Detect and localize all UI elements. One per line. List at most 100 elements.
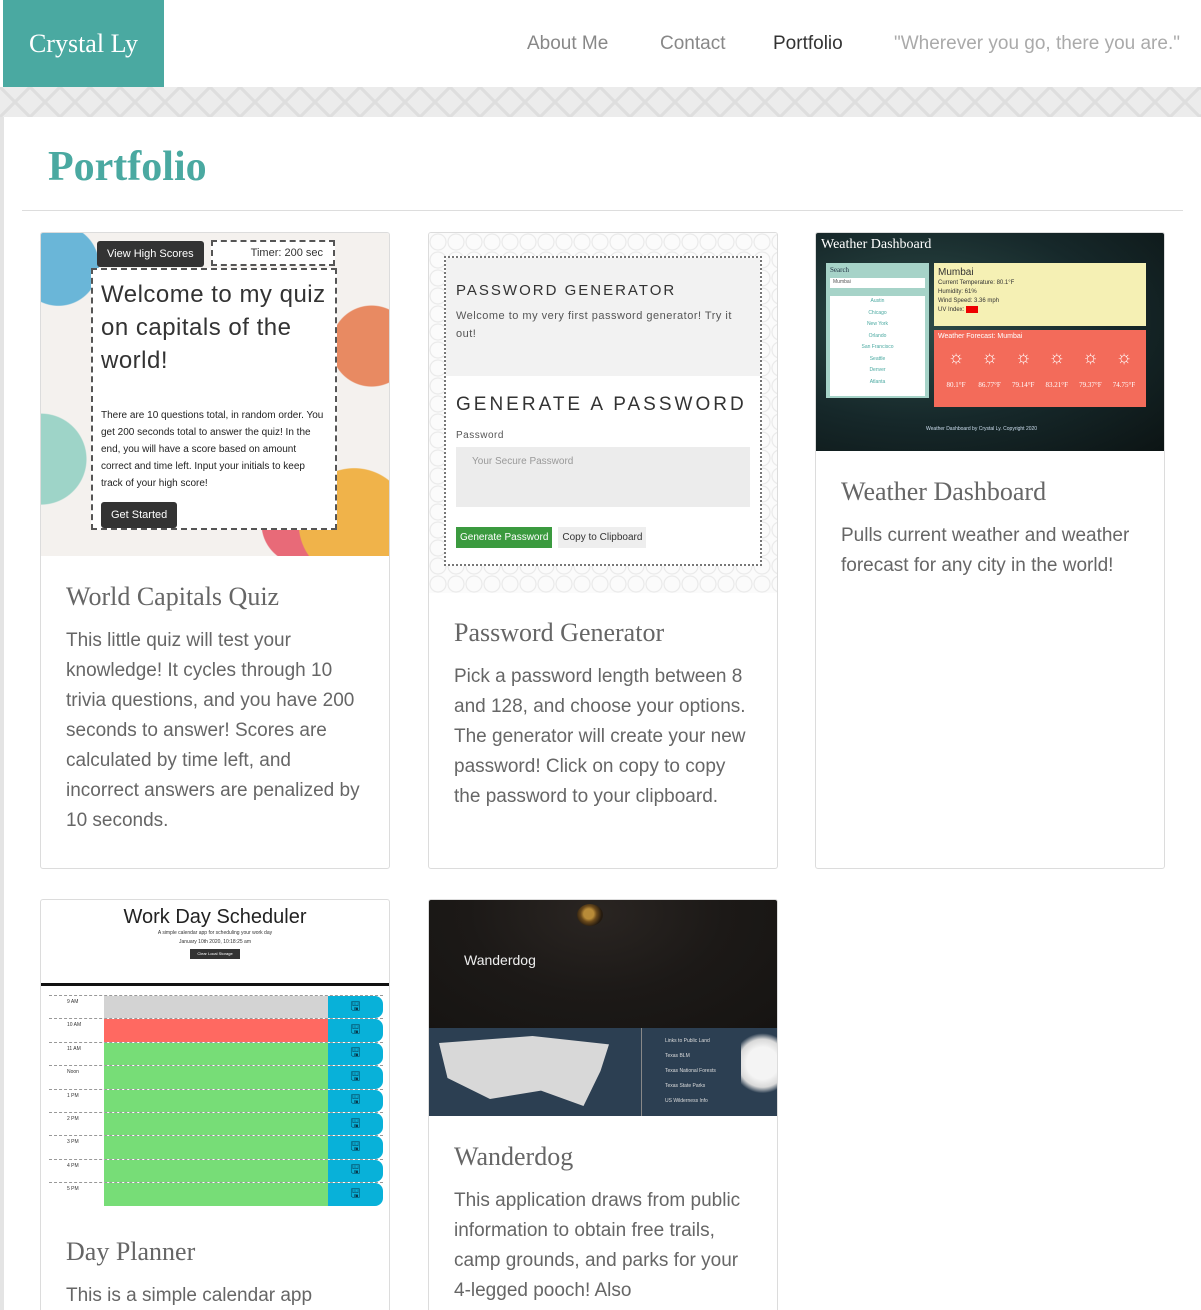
- time-slot: [104, 1019, 328, 1042]
- hour-label: 10 AM: [67, 1022, 82, 1029]
- time-block-row: Noon 🖫: [49, 1065, 383, 1089]
- view-high-scores-button: View High Scores: [97, 241, 204, 267]
- wd-link: US Wilderness Info: [665, 1098, 708, 1104]
- us-map: [439, 1036, 609, 1106]
- project-title[interactable]: Password Generator: [454, 618, 752, 648]
- time-slot: [104, 1042, 328, 1066]
- project-card-world-capitals-quiz[interactable]: View High Scores Timer: 200 sec Welcome …: [40, 232, 390, 869]
- wx-city: Atlanta: [869, 378, 886, 385]
- forecast-day: ☼ 79.14°F: [1009, 347, 1037, 389]
- time-block-row: 3 PM 🖫: [49, 1135, 383, 1159]
- wx-search-label: Search: [830, 266, 850, 274]
- wx-forecast-panel: Weather Forecast: Mumbai ☼ 80.1°F ☼ 86.77°…: [934, 330, 1146, 407]
- quiz-timer: Timer: 200 sec: [211, 240, 335, 266]
- save-icon: 🖫: [328, 996, 383, 1019]
- time-block-row: 5 PM 🖫: [49, 1182, 383, 1206]
- save-icon: 🖫: [328, 1112, 383, 1136]
- scheduler-subtitle: A simple calendar app for scheduling you…: [157, 930, 273, 936]
- wx-city: San Francisco: [861, 344, 894, 350]
- wx-uv: UV Index:: [938, 306, 1142, 315]
- password-generator-screenshot[interactable]: PASSWORD GENERATOR Welcome to my very fi…: [429, 233, 777, 593]
- wx-city-name: Mumbai: [938, 267, 974, 278]
- hour-label: 9 AM: [67, 999, 79, 1005]
- project-description: This application draws from public infor…: [454, 1190, 741, 1301]
- quiz-body: There are 10 questions total, in random …: [101, 410, 324, 489]
- forecast-day: ☼ 80.1°F: [942, 347, 970, 389]
- site-header: Crystal Ly About Me Contact Portfolio "W…: [0, 0, 1201, 87]
- project-title[interactable]: Weather Dashboard: [841, 477, 1139, 507]
- project-card-wanderdog[interactable]: Wanderdog Links to Public Land Texas BLM…: [428, 899, 778, 1310]
- save-icon: 🖫: [328, 1066, 383, 1089]
- header-quote: "Wherever you go, there you are.": [894, 32, 1180, 54]
- quiz-heading: Welcome to my quiz on capitals of the wo…: [101, 281, 326, 374]
- time-slot: [104, 996, 328, 1019]
- save-icon: 🖫: [328, 1159, 383, 1183]
- save-icon: 🖫: [328, 1089, 383, 1112]
- wx-wind: Wind Speed: 3.36 mph: [938, 298, 1000, 304]
- wx-city: Orlando: [868, 332, 887, 339]
- project-card-password-generator[interactable]: PASSWORD GENERATOR Welcome to my very fi…: [428, 232, 778, 869]
- forecast-day: ☼ 83.21°F: [1043, 347, 1071, 389]
- sun-icon: ☼: [1115, 347, 1133, 367]
- wx-search-panel: Search Mumbai Austin Chicago New York Or…: [826, 263, 929, 398]
- time-slot: [104, 1066, 328, 1089]
- hour-label: 4 PM: [67, 1162, 79, 1169]
- dog-eye: [577, 904, 603, 926]
- sun-icon: ☼: [1014, 347, 1032, 367]
- wx-search-input: Mumbai: [830, 278, 925, 288]
- save-icon: 🖫: [328, 1136, 383, 1159]
- nav-portfolio[interactable]: Portfolio: [773, 0, 843, 87]
- time-slot: [104, 1159, 328, 1183]
- page-title: Portfolio: [48, 144, 207, 190]
- save-icon: 🖫: [328, 1019, 383, 1042]
- wx-title: Weather Dashboard: [821, 237, 932, 252]
- sun-icon: ☼: [981, 347, 998, 367]
- wx-city: Chicago: [868, 309, 887, 316]
- weather-dashboard-screenshot[interactable]: Weather Dashboard Search Mumbai Austin C…: [816, 233, 1164, 451]
- quiz-welcome-box: Welcome to my quiz on capitals of the wo…: [91, 268, 337, 530]
- hour-label: 1 PM: [67, 1092, 79, 1099]
- wd-links-title: Links to Public Land: [665, 1038, 710, 1044]
- save-icon: 🖫: [328, 1042, 383, 1066]
- wanderdog-logo: Wanderdog: [464, 952, 536, 968]
- password-textarea: Your Secure Password: [456, 447, 750, 507]
- pw-label: Password: [456, 430, 504, 441]
- wx-city: Austin: [870, 298, 885, 304]
- hour-label: Noon: [67, 1069, 79, 1076]
- wd-link: Texas National Forests: [665, 1068, 716, 1074]
- time-block-row: 9 AM 🖫: [49, 995, 383, 1019]
- project-description: This little quiz will test your knowledg…: [66, 630, 360, 831]
- project-title[interactable]: World Capitals Quiz: [66, 582, 364, 612]
- white-dog-photo: [741, 1028, 777, 1116]
- clear-storage-button: Clear Local Storage: [190, 949, 240, 959]
- project-card-day-planner[interactable]: Work Day Scheduler A simple calendar app…: [40, 899, 390, 1310]
- wx-footer: Weather Dashboard by Crystal Ly. Copyrig…: [926, 426, 1038, 432]
- wx-forecast-label: Weather Forecast: Mumbai: [938, 333, 1023, 340]
- pw-header: PASSWORD GENERATOR: [456, 282, 677, 299]
- title-divider: [22, 210, 1183, 211]
- time-block-row: 10 AM 🖫: [49, 1018, 383, 1042]
- project-description: This is a simple calendar app: [66, 1285, 313, 1306]
- wx-temp: Current Temperature: 80.1°F: [938, 280, 1015, 286]
- wanderdog-screenshot[interactable]: Wanderdog Links to Public Land Texas BLM…: [429, 900, 777, 1116]
- nav-contact[interactable]: Contact: [660, 0, 725, 87]
- brand-logo[interactable]: Crystal Ly: [3, 0, 164, 87]
- quiz-screenshot[interactable]: View High Scores Timer: 200 sec Welcome …: [41, 233, 389, 556]
- project-description: Pulls current weather and weather foreca…: [841, 525, 1130, 576]
- scheduler-title: Work Day Scheduler: [123, 906, 307, 928]
- get-started-button: Get Started: [101, 502, 178, 528]
- hour-label: 5 PM: [67, 1186, 79, 1193]
- time-slot: [104, 1112, 328, 1136]
- project-card-weather-dashboard[interactable]: Weather Dashboard Search Mumbai Austin C…: [815, 232, 1165, 869]
- hour-label: 2 PM: [67, 1115, 79, 1122]
- scheduler-divider: [41, 983, 389, 986]
- left-border: [0, 117, 4, 1310]
- hour-label: 3 PM: [67, 1139, 79, 1146]
- nav-about-me[interactable]: About Me: [527, 0, 608, 87]
- project-title[interactable]: Wanderdog: [454, 1142, 752, 1172]
- sun-icon: ☼: [1082, 347, 1099, 367]
- day-planner-screenshot[interactable]: Work Day Scheduler A simple calendar app…: [41, 900, 389, 1213]
- forecast-day: ☼ 74.75°F: [1110, 347, 1138, 389]
- project-title[interactable]: Day Planner: [66, 1237, 364, 1267]
- wx-city: Seattle: [869, 355, 886, 362]
